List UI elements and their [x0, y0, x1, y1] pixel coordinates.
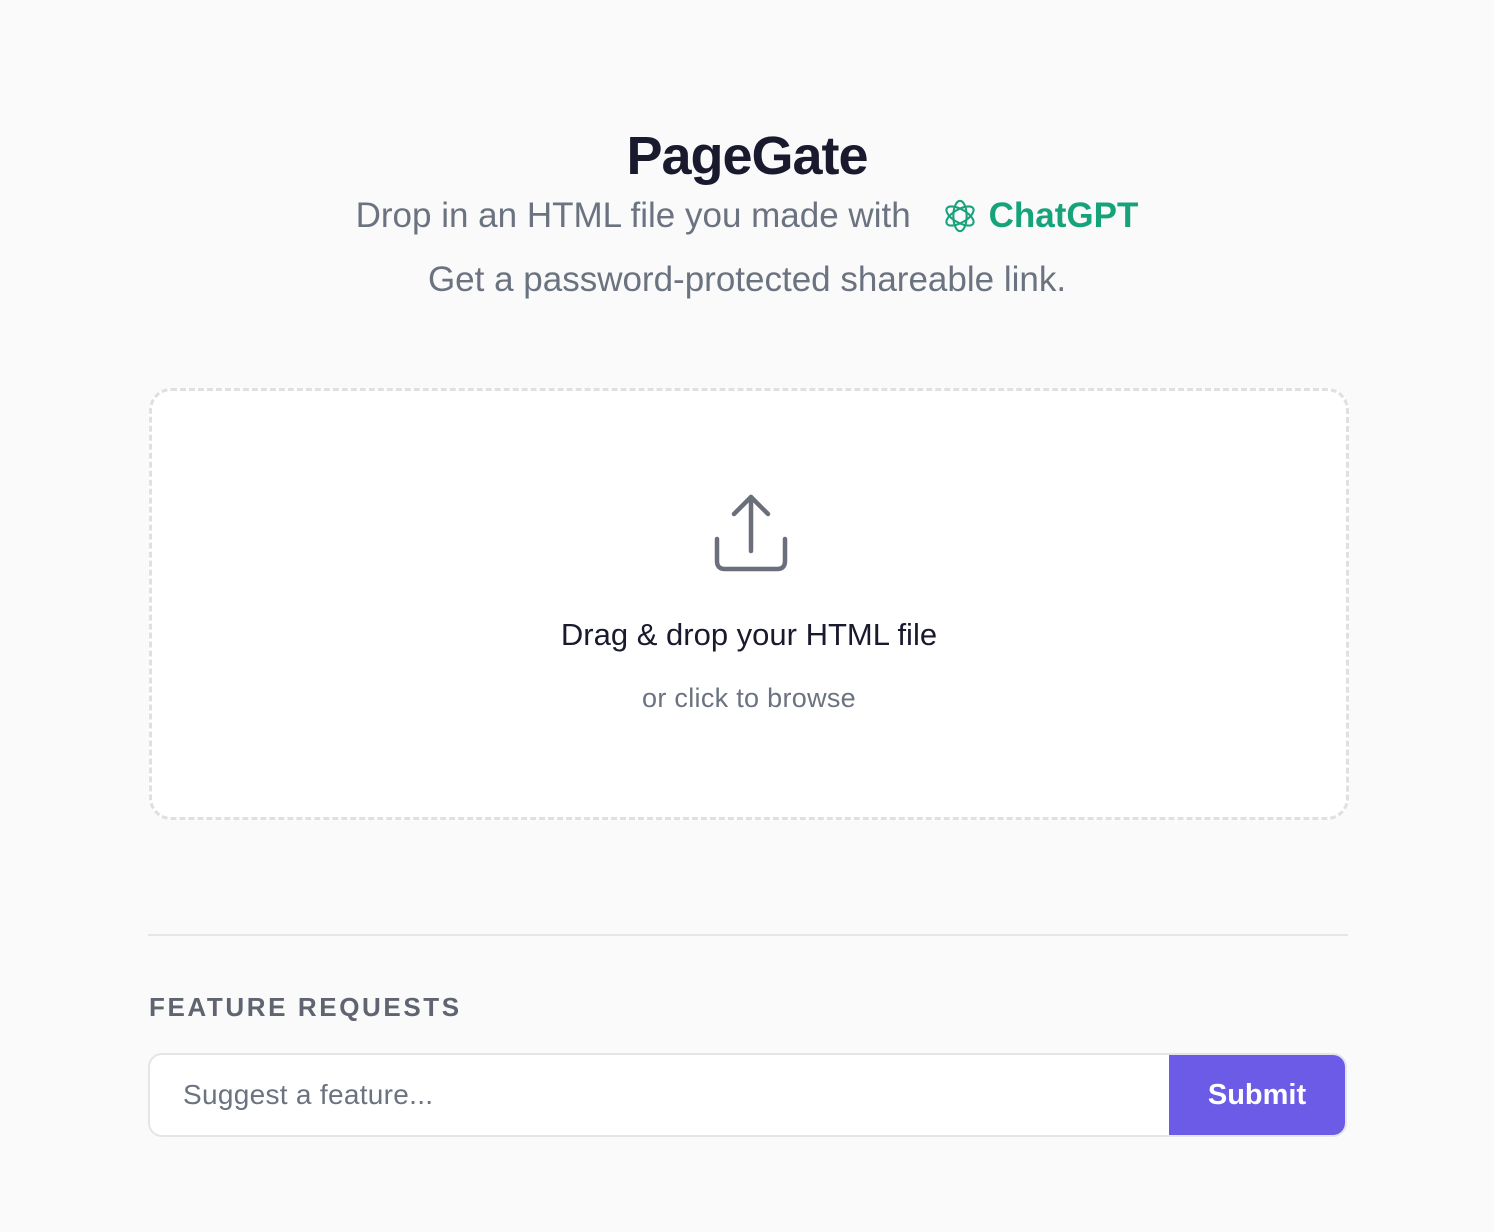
chatgpt-brand: ChatGPT [941, 193, 1139, 239]
openai-logo-icon [945, 199, 975, 233]
brand-name: ChatGPT [988, 196, 1139, 235]
section-divider [148, 934, 1348, 936]
submit-button[interactable]: Submit [1169, 1055, 1345, 1135]
feature-suggestion-input[interactable] [150, 1055, 1169, 1135]
file-dropzone[interactable]: Drag & drop your HTML file or click to b… [149, 388, 1349, 820]
feature-requests-heading: FEATURE REQUESTS [149, 992, 462, 1022]
tagline: Drop in an HTML file you made with ChatG… [0, 193, 1494, 239]
upload-icon [714, 494, 788, 572]
feature-request-form: Submit [148, 1053, 1347, 1137]
dropzone-title: Drag & drop your HTML file [560, 617, 938, 652]
browse-link[interactable]: or click to browse [152, 681, 1346, 715]
app-title: PageGate [626, 126, 868, 187]
subline: Get a password-protected shareable link. [427, 260, 1067, 299]
tagline-text: Drop in an HTML file you made with [355, 196, 911, 235]
